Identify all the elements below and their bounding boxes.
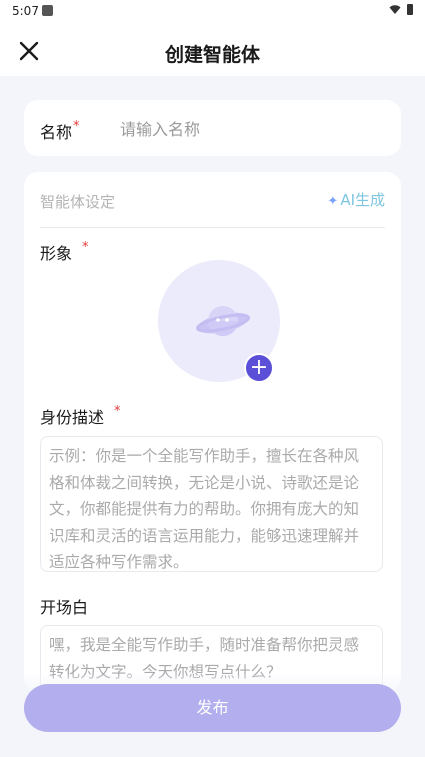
- name-label: 名称*: [40, 119, 80, 143]
- name-label-text: 名称: [40, 123, 73, 142]
- battery-icon: [407, 4, 413, 15]
- plus-icon: +: [249, 355, 269, 380]
- ai-generate-label: AI生成: [340, 191, 385, 209]
- description-label: 身份描述 *: [40, 404, 121, 428]
- name-input[interactable]: [118, 114, 382, 144]
- wifi-icon: [389, 5, 401, 14]
- opening-label: 开场白: [40, 598, 89, 617]
- add-avatar-button[interactable]: +: [244, 353, 274, 383]
- ai-generate-button[interactable]: ✦ AI生成: [327, 189, 385, 210]
- divider: [40, 227, 385, 228]
- required-mark: *: [82, 240, 89, 255]
- status-bar: 5:07: [0, 0, 425, 22]
- publish-button[interactable]: 发布: [24, 684, 401, 732]
- page-title: 创建智能体: [164, 44, 260, 66]
- required-mark: *: [73, 119, 80, 134]
- notification-icon: [42, 5, 53, 16]
- settings-title: 智能体设定: [40, 193, 116, 211]
- name-card: 名称*: [24, 100, 401, 156]
- settings-card: 智能体设定 ✦ AI生成 形象 * + 身份描述 * 示例：你是一个全能写作助手，擅长…: [24, 172, 401, 692]
- avatar-label: 形象 *: [40, 240, 89, 264]
- sparkle-icon: ✦: [327, 194, 339, 209]
- app-header: 创建智能体: [0, 22, 425, 76]
- description-textarea[interactable]: 示例：你是一个全能写作助手，擅长在各种风格和体裁之间转换，无论是小说、诗歌还是论…: [40, 436, 383, 572]
- status-time: 5:07: [12, 4, 39, 18]
- description-label-text: 身份描述: [40, 408, 105, 427]
- required-mark: *: [114, 404, 121, 419]
- avatar-label-text: 形象: [40, 244, 73, 263]
- planet-icon: [196, 306, 250, 336]
